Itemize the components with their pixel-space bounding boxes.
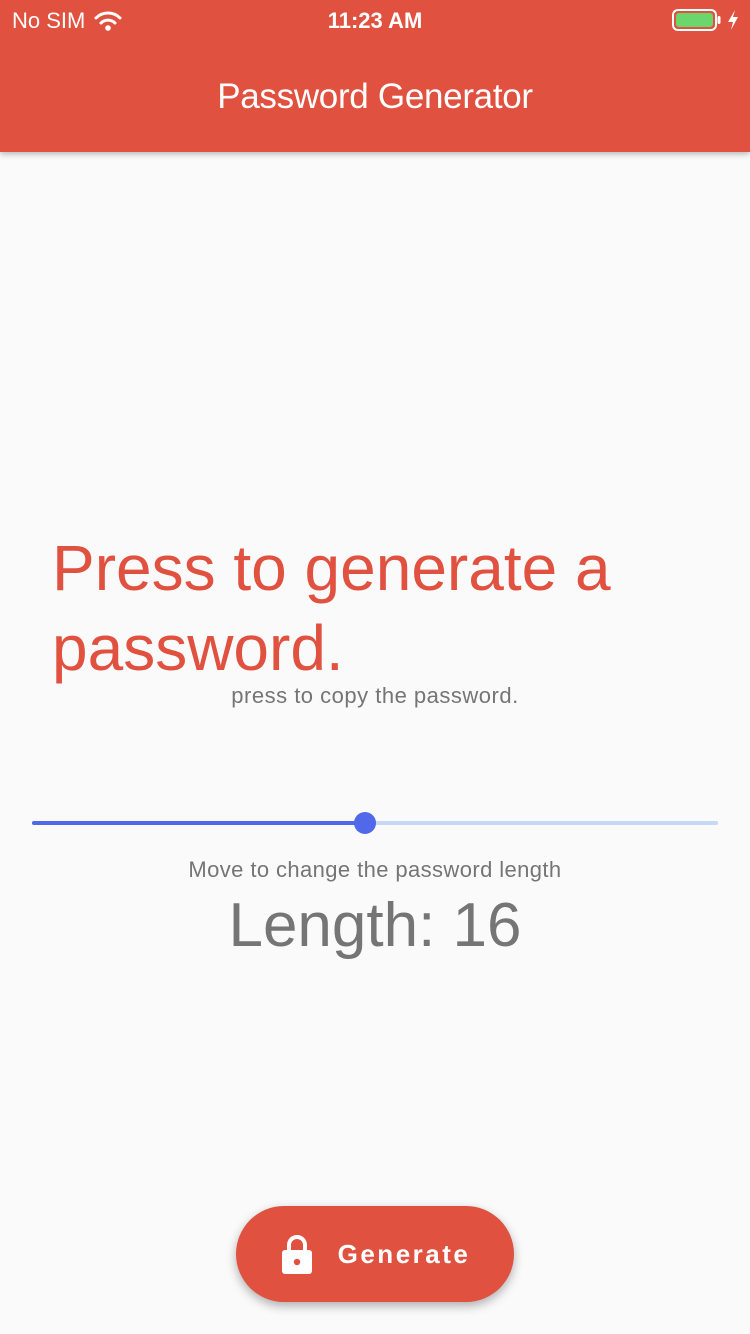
battery-indicator <box>672 8 740 32</box>
slider-active-track <box>32 821 365 825</box>
status-time: 11:23 AM <box>327 8 423 33</box>
generate-button[interactable]: Generate <box>236 1206 514 1302</box>
generate-button-label: Generate <box>337 1238 471 1269</box>
app-title: Password Generator <box>217 77 533 116</box>
status-bar: No SIM 11:23 AM <box>0 0 750 40</box>
copy-hint: press to copy the password. <box>231 683 519 708</box>
slider-thumb[interactable] <box>353 812 376 834</box>
main-content: Press to generate a password. press to c… <box>0 152 750 1334</box>
charging-bolt-icon <box>728 10 738 30</box>
battery-charging-icon <box>672 9 721 31</box>
length-label: Length: 16 <box>228 891 522 960</box>
password-display[interactable]: Press to generate a password. <box>52 528 702 688</box>
password-length-slider[interactable] <box>32 808 718 838</box>
slider-hint: Move to change the password length <box>188 857 562 882</box>
lock-icon <box>281 1235 312 1274</box>
app-bar: No SIM 11:23 AM Password Generator <box>0 0 750 152</box>
